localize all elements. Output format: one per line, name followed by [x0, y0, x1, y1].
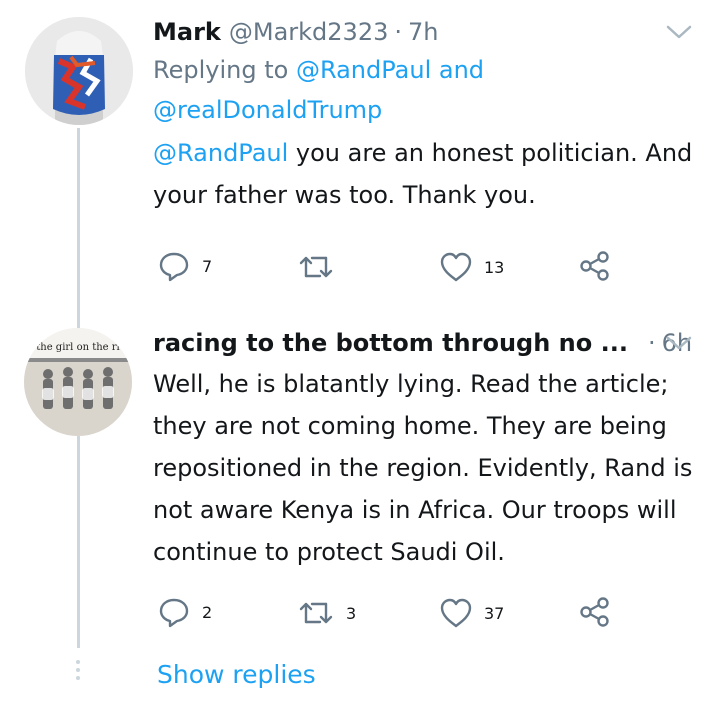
replying-to-and[interactable]: and: [439, 56, 484, 84]
like-count: 37: [484, 603, 505, 623]
retweet-icon: [299, 602, 333, 624]
reply-icon: [159, 598, 189, 628]
retweet-button[interactable]: 3: [298, 598, 356, 628]
retweet-button[interactable]: [298, 252, 346, 282]
like-button[interactable]: 37: [440, 598, 504, 628]
retweet-count: 3: [346, 603, 357, 623]
tweet[interactable]: Mark @Markd2323 · 7h Replying to @RandPa…: [153, 14, 696, 216]
share-icon: [580, 597, 609, 627]
separator: ·: [647, 329, 656, 357]
like-icon: [440, 252, 472, 282]
reply-count: 2: [202, 602, 213, 622]
avatar-caption: the girl on the ri: [36, 342, 120, 353]
reply-button[interactable]: 7: [158, 250, 212, 282]
chevron-down-icon[interactable]: [666, 335, 692, 355]
tweet-text: @RandPaul you are an honest politician. …: [153, 132, 696, 216]
share-button[interactable]: [579, 596, 611, 628]
avatar-image: the girl on the ri: [24, 328, 132, 436]
replying-to: Replying to @RandPaul and @realDonaldTru…: [153, 50, 696, 130]
avatar[interactable]: the girl on the ri: [24, 328, 132, 436]
tweet[interactable]: racing to the bottom through no ... · 6h…: [153, 325, 696, 573]
chevron-down-icon[interactable]: [666, 24, 692, 44]
avatar[interactable]: [25, 17, 133, 125]
show-replies-link[interactable]: Show replies: [157, 657, 316, 693]
like-count: 13: [484, 257, 505, 277]
thread-dots: [73, 660, 83, 684]
display-name[interactable]: Mark: [153, 14, 221, 50]
user-handle[interactable]: @Markd2323: [229, 14, 389, 50]
separator: ·: [394, 18, 403, 46]
timestamp[interactable]: 7h: [408, 14, 438, 50]
reply-count: 7: [202, 256, 213, 276]
display-name[interactable]: racing to the bottom through no ...: [153, 325, 628, 361]
replying-to-label: Replying to: [153, 56, 289, 84]
mention-link[interactable]: @RandPaul: [153, 139, 288, 167]
share-button[interactable]: [579, 250, 611, 282]
like-button[interactable]: 13: [440, 252, 504, 282]
mention-link[interactable]: @realDonaldTrump: [153, 96, 382, 124]
reply-icon: [159, 252, 189, 282]
reply-button[interactable]: 2: [158, 596, 212, 628]
tweet-header: Mark @Markd2323 · 7h: [153, 14, 696, 50]
share-icon: [580, 251, 609, 281]
tweet-header: racing to the bottom through no ... · 6h: [153, 325, 696, 361]
tweet-text: Well, he is blatantly lying. Read the ar…: [153, 370, 693, 566]
like-icon: [440, 598, 472, 628]
mention-link[interactable]: @RandPaul: [296, 56, 431, 84]
retweet-icon: [299, 256, 333, 278]
avatar-image: [25, 17, 133, 125]
